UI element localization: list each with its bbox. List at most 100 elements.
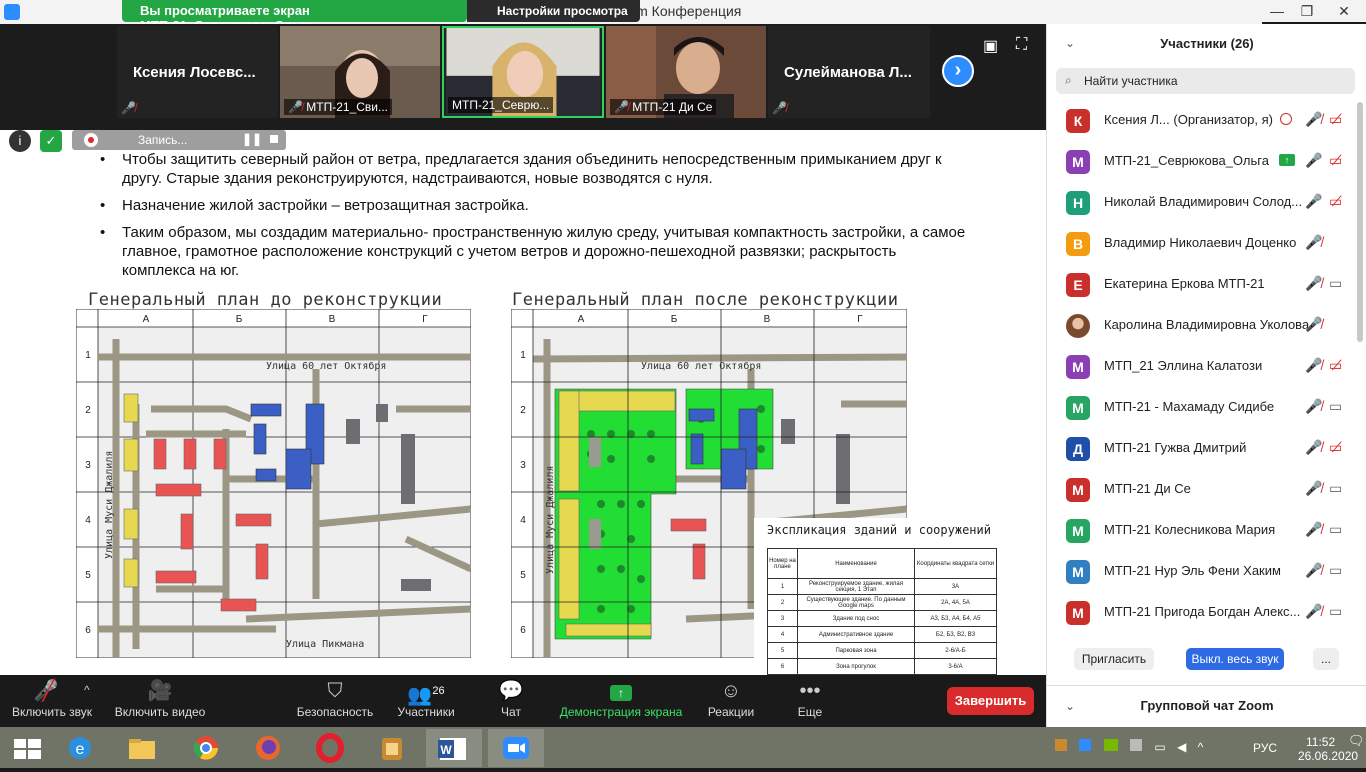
mic-muted-icon: 🎤̸ — [772, 101, 787, 115]
participant-name: Ксения Л... (Организатор, я) — [1104, 112, 1273, 127]
reactions-button[interactable]: ☺ Реакции — [704, 675, 758, 727]
mic-muted-icon[interactable]: 🎤̸ — [1305, 275, 1322, 292]
camera-icon[interactable]: ▭ — [1329, 603, 1342, 620]
participants-button[interactable]: 👥26 Участники — [392, 675, 460, 727]
participant-row[interactable]: М МТП_21 Эллина Калатози 🎤̸ ▭̸ — [1047, 346, 1359, 387]
participant-row[interactable]: М МТП-21 Колесникова Мария 🎤̸ ▭ — [1047, 510, 1359, 551]
info-icon[interactable]: i — [9, 130, 31, 152]
mic-muted-icon[interactable]: 🎤̸ — [1305, 316, 1322, 333]
mic-muted-icon[interactable]: 🎤̸ — [1305, 111, 1322, 128]
mic-muted-icon[interactable]: 🎤̸ — [1305, 562, 1322, 579]
video-tile[interactable]: 🎤̸ МТП-21 Ди Се — [606, 26, 766, 118]
fullscreen-icon[interactable]: ⛶ — [1016, 36, 1027, 54]
archive-app-icon[interactable] — [364, 729, 420, 767]
bullet-item: Чтобы защитить северный район от ветра, … — [100, 150, 970, 188]
chevron-right-icon: › — [954, 59, 962, 81]
mic-muted-icon[interactable]: 🎤̸ — [1305, 439, 1322, 456]
table-cell: Б2, Б3, В2, В3 — [914, 626, 997, 643]
chevron-up-icon[interactable]: ^ — [84, 683, 96, 697]
view-options-button[interactable]: Настройки просмотра ⌄ — [467, 0, 640, 32]
table-cell: Существующее здание. По данным Google ma… — [797, 594, 915, 611]
participant-row[interactable]: Н Николай Владимирович Солод... 🎤 ▭̸ — [1047, 182, 1359, 223]
zoom-icon[interactable] — [488, 729, 544, 767]
mic-icon[interactable]: 🎤 — [1305, 152, 1322, 169]
video-tile-active[interactable]: МТП-21_Севрю... — [442, 26, 604, 118]
stop-icon[interactable] — [270, 135, 278, 143]
participant-row[interactable]: М МТП-21 Нур Эль Фени Хаким 🎤̸ ▭ — [1047, 551, 1359, 592]
reactions-label: Реакции — [707, 705, 755, 719]
participant-name: Сулейманова Л... — [784, 64, 912, 81]
participant-row[interactable]: Д МТП-21 Гужва Дмитрий 🎤̸ ▭̸ — [1047, 428, 1359, 469]
video-tile[interactable]: Ксения Лосевс... 🎤̸ — [117, 26, 278, 118]
mic-muted-icon[interactable]: 🎤̸ — [1305, 398, 1322, 415]
participant-row[interactable]: М МТП-21 - Махамаду Сидибе 🎤̸ ▭ — [1047, 387, 1359, 428]
mute-all-button[interactable]: Выкл. весь звук — [1186, 648, 1284, 670]
mic-muted-icon[interactable]: 🎤̸ — [1305, 234, 1322, 251]
pause-icon[interactable]: ❚❚ — [242, 132, 262, 146]
mic-muted-icon[interactable]: 🎤̸ — [1305, 480, 1322, 497]
clock-time[interactable]: 11:52 — [1306, 735, 1335, 749]
invite-button[interactable]: Пригласить — [1074, 648, 1154, 670]
minimize-button[interactable]: — — [1262, 0, 1292, 22]
notification-icon[interactable]: 🗨 — [1348, 733, 1365, 749]
participant-row[interactable]: М МТП-21 Пригода Богдан Алекс... 🎤̸ ▭ — [1047, 592, 1359, 633]
table-cell: 3А — [914, 578, 997, 595]
participant-row[interactable]: М МТП-21_Севрюкова_Ольга ↑ 🎤 ▭̸ — [1047, 141, 1359, 182]
mic-muted-icon[interactable]: 🎤̸ — [1305, 521, 1322, 538]
camera-icon[interactable]: ▭ — [1329, 275, 1342, 292]
chat-button[interactable]: 💬 Чат — [491, 675, 531, 727]
camera-off-icon[interactable]: ▭̸ — [1329, 357, 1342, 374]
camera-icon[interactable]: ▭ — [1329, 398, 1342, 415]
tray-icons[interactable]: ▭ ◀ ^ — [1055, 739, 1203, 754]
mic-muted-icon: 🎤̸ — [288, 100, 303, 114]
street-label: Улица Пикмана — [286, 639, 364, 650]
start-button[interactable] — [0, 729, 56, 767]
participants-icon: 👥26 — [407, 684, 445, 707]
camera-icon[interactable]: ▭ — [1329, 480, 1342, 497]
clock-date[interactable]: 26.06.2020 — [1298, 749, 1358, 763]
mic-icon[interactable]: 🎤 — [1305, 193, 1322, 210]
participant-search-input[interactable]: ⌕ Найти участника — [1056, 68, 1355, 94]
start-video-button[interactable]: 🎥 Включить видео — [110, 675, 210, 727]
participant-row[interactable]: М МТП-21 Ди Се 🎤̸ ▭ — [1047, 469, 1359, 510]
divider — [1047, 685, 1366, 686]
gallery-view-icon[interactable]: ▣ — [983, 36, 998, 56]
video-tile[interactable]: Сулейманова Л... 🎤̸ — [768, 26, 930, 118]
more-options-button[interactable]: ... — [1313, 648, 1339, 670]
security-button[interactable]: ⛉ Безопасность — [294, 675, 376, 727]
word-icon[interactable]: W — [426, 729, 482, 767]
participant-row[interactable]: Каролина Владимировна Уколова 🎤̸ — [1047, 305, 1359, 346]
camera-off-icon[interactable]: ▭̸ — [1329, 152, 1342, 169]
participant-row[interactable]: Е Екатерина Еркова МТП-21 🎤̸ ▭ — [1047, 264, 1359, 305]
shared-screen: i ✓ Запись... ❚❚ Чтобы защитить северный… — [0, 130, 1046, 675]
camera-icon[interactable]: ▭ — [1329, 562, 1342, 579]
camera-off-icon[interactable]: ▭̸ — [1329, 193, 1342, 210]
next-page-button[interactable]: › — [942, 55, 974, 87]
video-tile[interactable]: 🎤̸ МТП-21_Сви... — [280, 26, 440, 118]
participant-row[interactable]: К Ксения Л... (Организатор, я) 🎤̸ ▭̸ — [1047, 100, 1359, 141]
language-indicator[interactable]: РУС — [1253, 741, 1277, 755]
camera-off-icon[interactable]: ▭̸ — [1329, 439, 1342, 456]
participant-row[interactable]: В Владимир Николаевич Доценко 🎤̸ — [1047, 223, 1359, 264]
internet-explorer-icon[interactable]: e — [52, 729, 108, 767]
close-button[interactable]: ✕ — [1322, 0, 1366, 22]
camera-icon[interactable]: ▭ — [1329, 521, 1342, 538]
avatar: М — [1066, 150, 1090, 174]
file-explorer-icon[interactable] — [114, 729, 170, 767]
end-meeting-button[interactable]: Завершить — [947, 687, 1034, 715]
share-screen-label: Демонстрация экрана — [559, 705, 683, 719]
avatar: М — [1066, 478, 1090, 502]
chat-icon: 💬 — [498, 680, 524, 702]
mic-muted-icon[interactable]: 🎤̸ — [1305, 357, 1322, 374]
chrome-icon[interactable] — [178, 729, 234, 767]
shield-icon[interactable]: ✓ — [40, 130, 62, 152]
camera-off-icon[interactable]: ▭̸ — [1329, 111, 1342, 128]
mic-muted-icon[interactable]: 🎤̸ — [1305, 603, 1322, 620]
participant-label: 🎤̸ МТП-21 Ди Се — [610, 99, 717, 115]
opera-icon[interactable] — [302, 729, 358, 767]
maximize-button[interactable]: ❐ — [1292, 0, 1322, 22]
camera-off-icon: 🎥 — [147, 680, 173, 702]
share-screen-button[interactable]: ↑ Демонстрация экрана — [555, 675, 687, 727]
more-button[interactable]: ••• Еще — [790, 675, 830, 727]
firefox-icon[interactable] — [240, 729, 296, 767]
